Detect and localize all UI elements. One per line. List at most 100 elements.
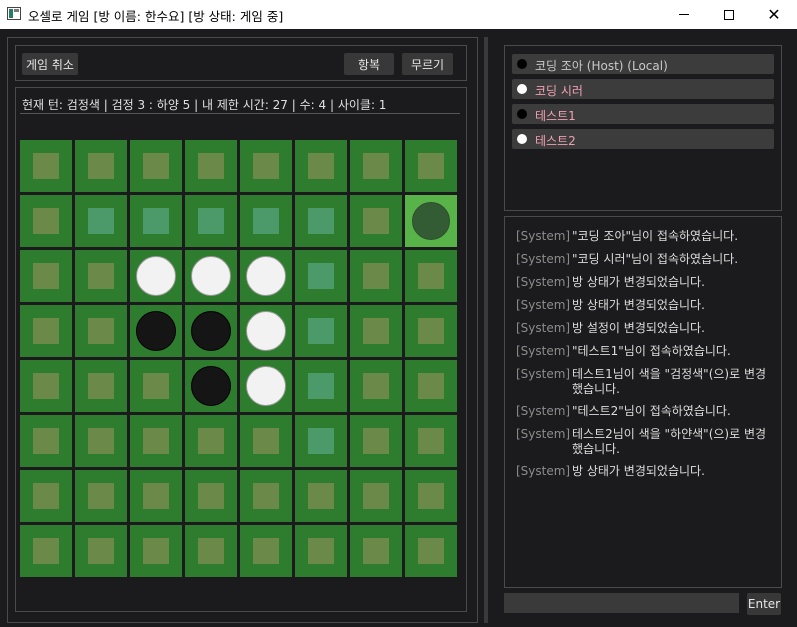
board-cell[interactable] bbox=[75, 415, 127, 467]
player-item[interactable]: 테스트2 bbox=[512, 129, 774, 149]
board-cell[interactable] bbox=[405, 305, 457, 357]
cell-marker bbox=[33, 263, 59, 289]
board-cell[interactable] bbox=[350, 470, 402, 522]
board-cell[interactable] bbox=[405, 140, 457, 192]
othello-board[interactable] bbox=[20, 140, 462, 582]
board-cell[interactable] bbox=[130, 525, 182, 577]
surrender-button[interactable]: 항복 bbox=[344, 53, 394, 75]
board-cell[interactable] bbox=[75, 250, 127, 302]
cell-marker bbox=[198, 153, 224, 179]
board-cell[interactable] bbox=[20, 140, 72, 192]
board-cell[interactable] bbox=[20, 250, 72, 302]
message-text: 방 상태가 변경되었습니다. bbox=[572, 275, 705, 289]
send-button[interactable]: Enter bbox=[747, 593, 781, 615]
player-item[interactable]: 테스트1 bbox=[512, 104, 774, 124]
message-text: 방 설정이 변경되었습니다. bbox=[572, 321, 705, 335]
board-cell[interactable] bbox=[185, 525, 237, 577]
message-text: 방 상태가 변경되었습니다. bbox=[572, 464, 705, 478]
board-cell[interactable] bbox=[405, 470, 457, 522]
chat-input[interactable] bbox=[504, 593, 739, 613]
cell-marker bbox=[33, 153, 59, 179]
board-cell[interactable] bbox=[185, 360, 237, 412]
cell-marker bbox=[33, 373, 59, 399]
cell-marker bbox=[253, 538, 279, 564]
board-cell[interactable] bbox=[405, 525, 457, 577]
message-tag: [System] bbox=[516, 298, 571, 312]
board-cell[interactable] bbox=[130, 415, 182, 467]
board-cell[interactable] bbox=[75, 525, 127, 577]
board-cell[interactable] bbox=[350, 360, 402, 412]
cell-marker bbox=[88, 373, 114, 399]
board-cell[interactable] bbox=[185, 415, 237, 467]
player-name: 코딩 시러 bbox=[535, 84, 583, 98]
board-cell[interactable] bbox=[185, 195, 237, 247]
game-toolbar bbox=[15, 45, 467, 81]
valid-move-marker bbox=[198, 208, 224, 234]
board-cell[interactable] bbox=[240, 525, 292, 577]
board-cell[interactable] bbox=[405, 360, 457, 412]
board-cell[interactable] bbox=[240, 305, 292, 357]
board-cell[interactable] bbox=[130, 470, 182, 522]
board-cell[interactable] bbox=[20, 195, 72, 247]
cell-marker bbox=[143, 373, 169, 399]
board-cell[interactable] bbox=[130, 250, 182, 302]
board-cell[interactable] bbox=[350, 525, 402, 577]
minimize-button[interactable] bbox=[661, 0, 707, 29]
board-cell[interactable] bbox=[75, 305, 127, 357]
board-cell[interactable] bbox=[130, 140, 182, 192]
board-cell[interactable] bbox=[130, 360, 182, 412]
board-cell[interactable] bbox=[240, 140, 292, 192]
cell-marker bbox=[363, 538, 389, 564]
cell-marker bbox=[363, 373, 389, 399]
cancel-game-button[interactable]: 게임 취소 bbox=[22, 53, 78, 75]
board-cell[interactable] bbox=[240, 470, 292, 522]
board-cell[interactable] bbox=[295, 250, 347, 302]
black-disc bbox=[191, 366, 231, 406]
cell-marker bbox=[418, 153, 444, 179]
board-cell[interactable] bbox=[350, 195, 402, 247]
undo-button[interactable]: 무르기 bbox=[402, 53, 453, 75]
board-cell[interactable] bbox=[350, 305, 402, 357]
player-item[interactable]: 코딩 시러 bbox=[512, 79, 774, 99]
board-cell[interactable] bbox=[75, 140, 127, 192]
close-button[interactable]: ✕ bbox=[751, 0, 797, 29]
board-cell[interactable] bbox=[295, 195, 347, 247]
board-cell[interactable] bbox=[405, 250, 457, 302]
board-cell[interactable] bbox=[240, 360, 292, 412]
board-cell[interactable] bbox=[20, 415, 72, 467]
panel-splitter[interactable] bbox=[484, 37, 488, 623]
board-cell[interactable] bbox=[350, 250, 402, 302]
board-cell[interactable] bbox=[295, 360, 347, 412]
board-cell[interactable] bbox=[130, 305, 182, 357]
board-cell[interactable] bbox=[295, 140, 347, 192]
player-item[interactable]: 코딩 조아 (Host) (Local) bbox=[512, 54, 774, 74]
board-cell[interactable] bbox=[240, 250, 292, 302]
board-cell[interactable] bbox=[20, 470, 72, 522]
board-cell[interactable] bbox=[240, 415, 292, 467]
board-cell[interactable] bbox=[75, 470, 127, 522]
board-cell[interactable] bbox=[75, 360, 127, 412]
board-cell[interactable] bbox=[130, 195, 182, 247]
board-cell[interactable] bbox=[185, 470, 237, 522]
maximize-button[interactable] bbox=[706, 0, 752, 29]
board-cell[interactable] bbox=[350, 140, 402, 192]
board-cell[interactable] bbox=[185, 250, 237, 302]
board-cell[interactable] bbox=[295, 415, 347, 467]
board-cell[interactable] bbox=[20, 305, 72, 357]
board-cell[interactable] bbox=[75, 195, 127, 247]
board-cell[interactable] bbox=[20, 525, 72, 577]
last-move-marker bbox=[412, 202, 450, 240]
maximize-icon bbox=[724, 9, 734, 20]
board-cell[interactable] bbox=[295, 525, 347, 577]
board-cell[interactable] bbox=[350, 415, 402, 467]
valid-move-marker bbox=[308, 318, 334, 344]
status-divider bbox=[20, 113, 460, 114]
board-cell[interactable] bbox=[295, 470, 347, 522]
board-cell[interactable] bbox=[405, 415, 457, 467]
board-cell[interactable] bbox=[20, 360, 72, 412]
board-cell[interactable] bbox=[295, 305, 347, 357]
board-cell[interactable] bbox=[185, 140, 237, 192]
board-cell[interactable] bbox=[185, 305, 237, 357]
board-cell[interactable] bbox=[405, 195, 457, 247]
board-cell[interactable] bbox=[240, 195, 292, 247]
